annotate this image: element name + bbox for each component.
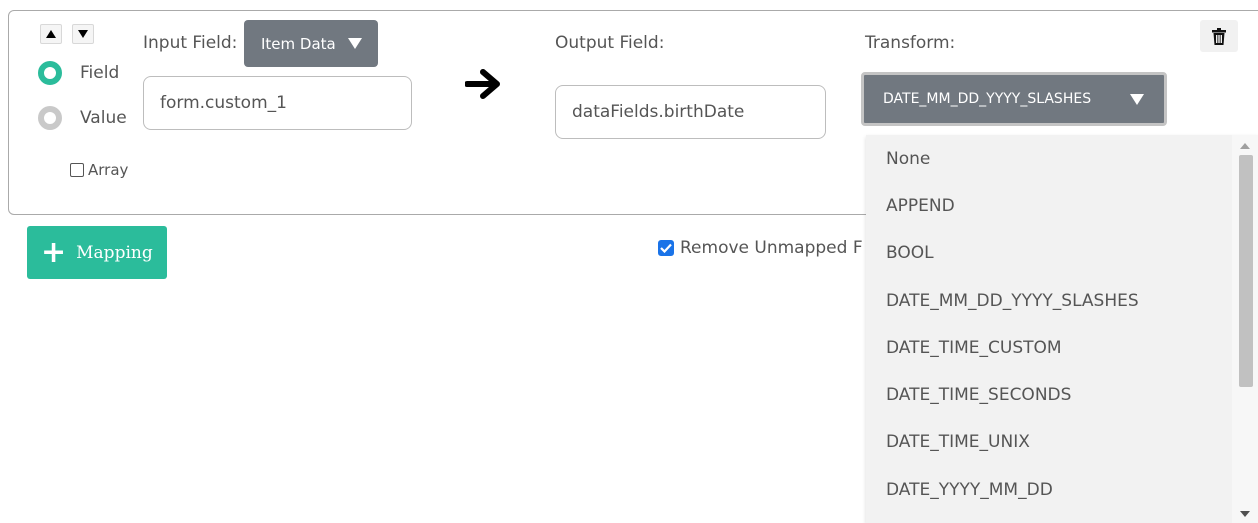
- move-down-button[interactable]: [72, 24, 94, 44]
- input-source-dropdown-label: Item Data: [261, 34, 336, 53]
- radio-field-label: Field: [80, 63, 120, 83]
- input-field-input[interactable]: [143, 76, 412, 130]
- transform-option-date-yyyy-mm-dd[interactable]: DATE_YYYY_MM_DD: [866, 466, 1258, 513]
- move-up-button[interactable]: [40, 24, 62, 44]
- checkmark-icon: [660, 243, 672, 253]
- triangle-down-icon: [78, 30, 88, 38]
- transform-option-append[interactable]: APPEND: [866, 182, 1258, 229]
- scroll-up-icon[interactable]: [1240, 143, 1250, 149]
- delete-mapping-button[interactable]: [1200, 20, 1238, 52]
- add-mapping-button[interactable]: + Mapping: [27, 226, 167, 279]
- caret-down-icon: [1130, 93, 1144, 105]
- transform-dropdown-label: DATE_MM_DD_YYYY_SLASHES: [883, 91, 1092, 107]
- scroll-thumb[interactable]: [1239, 155, 1253, 387]
- radio-value-label: Value: [80, 108, 127, 128]
- scroll-down-icon[interactable]: [1240, 511, 1250, 517]
- remove-unmapped-checkbox-box[interactable]: [658, 240, 674, 256]
- transform-dropdown-menu: None APPEND BOOL DATE_MM_DD_YYYY_SLASHES…: [866, 135, 1258, 523]
- radio-value[interactable]: Value: [38, 106, 127, 130]
- caret-down-icon: [348, 38, 362, 49]
- remove-unmapped-label: Remove Unmapped F: [680, 238, 863, 258]
- transform-option-date-time-seconds[interactable]: DATE_TIME_SECONDS: [866, 371, 1258, 418]
- add-mapping-label: Mapping: [76, 242, 153, 263]
- transform-option-date-time-custom[interactable]: DATE_TIME_CUSTOM: [866, 324, 1258, 371]
- array-checkbox[interactable]: Array: [70, 161, 128, 179]
- plus-icon: +: [41, 234, 67, 270]
- dropdown-scrollbar[interactable]: [1232, 135, 1258, 523]
- radio-value-indicator[interactable]: [38, 106, 62, 130]
- radio-field-indicator[interactable]: [38, 61, 62, 85]
- trash-icon: [1212, 27, 1226, 45]
- output-field-input[interactable]: [555, 85, 826, 139]
- input-field-label: Input Field:: [143, 33, 238, 53]
- transform-label: Transform:: [865, 33, 956, 53]
- input-source-dropdown[interactable]: Item Data: [244, 20, 378, 67]
- arrow-right-icon: [465, 69, 500, 99]
- transform-option-date-mm-dd-yyyy-slashes[interactable]: DATE_MM_DD_YYYY_SLASHES: [866, 277, 1258, 324]
- remove-unmapped-checkbox[interactable]: Remove Unmapped F: [658, 238, 863, 258]
- array-checkbox-label: Array: [88, 161, 129, 179]
- radio-field[interactable]: Field: [38, 61, 119, 85]
- triangle-up-icon: [46, 30, 56, 38]
- transform-options-list: None APPEND BOOL DATE_MM_DD_YYYY_SLASHES…: [866, 135, 1258, 513]
- transform-option-date-time-unix[interactable]: DATE_TIME_UNIX: [866, 419, 1258, 466]
- array-checkbox-box[interactable]: [70, 163, 84, 177]
- transform-option-none[interactable]: None: [866, 135, 1258, 182]
- output-field-label: Output Field:: [555, 33, 665, 53]
- transform-dropdown[interactable]: DATE_MM_DD_YYYY_SLASHES: [861, 72, 1167, 126]
- transform-option-bool[interactable]: BOOL: [866, 230, 1258, 277]
